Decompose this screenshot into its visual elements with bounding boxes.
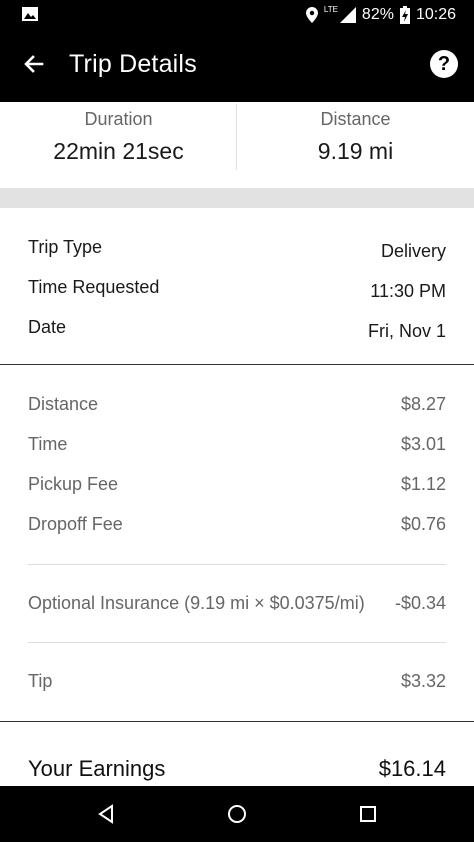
back-arrow-icon[interactable]: [18, 50, 48, 80]
time-requested-label: Time Requested: [28, 277, 160, 297]
fare-separator: [28, 642, 446, 643]
battery-level: 82%: [361, 6, 394, 23]
distance-value: 9.19 mi: [317, 138, 394, 164]
earnings-value: $16.14: [378, 756, 446, 781]
tip-label: Tip: [28, 671, 53, 691]
fare-distance-value: $8.27: [400, 394, 446, 414]
pickup-fee-row: Pickup Fee $1.12: [28, 474, 446, 498]
time-requested-row: Time Requested 11:30 PM: [28, 277, 446, 301]
distance-summary: Distance 9.19 mi: [237, 102, 474, 165]
earnings-row: Your Earnings $16.14: [28, 756, 446, 786]
battery-charging-icon: [399, 6, 410, 24]
date-label: Date: [28, 317, 67, 337]
insurance-value: -$0.34: [394, 593, 446, 613]
time-requested-value: 11:30 PM: [370, 281, 446, 301]
section-divider: [0, 188, 474, 208]
duration-label: Duration: [84, 109, 153, 129]
date-row: Date Fri, Nov 1: [28, 317, 446, 341]
fare-separator: [28, 564, 446, 565]
trip-type-value: Delivery: [380, 241, 446, 261]
duration-summary: Duration 22min 21sec: [0, 102, 237, 165]
fare-distance-label: Distance: [28, 394, 99, 414]
tip-value: $3.32: [400, 671, 446, 691]
insurance-row: Optional Insurance (9.19 mi × $0.0375/mi…: [28, 593, 446, 617]
fare-time-label: Time: [28, 434, 68, 454]
help-icon[interactable]: ?: [430, 50, 458, 78]
clock: 10:26: [415, 6, 456, 23]
dropoff-fee-label: Dropoff Fee: [28, 514, 123, 534]
location-pin-icon: [305, 7, 318, 23]
system-nav-bar: [0, 786, 474, 842]
trip-type-label: Trip Type: [28, 237, 103, 257]
trip-info-section: Trip Type Delivery Time Requested 11:30 …: [0, 208, 474, 365]
dropoff-fee-value: $0.76: [400, 514, 446, 534]
signal-icon: [339, 7, 356, 23]
fare-distance-row: Distance $8.27: [28, 394, 446, 418]
pickup-fee-value: $1.12: [400, 474, 446, 494]
nav-back-icon[interactable]: [94, 802, 118, 826]
fare-time-value: $3.01: [400, 434, 446, 454]
status-bar: LTE 82% 10:26: [0, 0, 474, 30]
earnings-label: Your Earnings: [28, 756, 166, 781]
page-title: Trip Details: [69, 50, 197, 78]
nav-recents-icon[interactable]: [356, 802, 380, 826]
trip-type-row: Trip Type Delivery: [28, 237, 446, 261]
insurance-label: Optional Insurance (9.19 mi × $0.0375/mi…: [28, 593, 365, 613]
fare-time-row: Time $3.01: [28, 434, 446, 458]
pickup-fee-label: Pickup Fee: [28, 474, 119, 494]
image-icon: [22, 7, 38, 21]
distance-label: Distance: [320, 109, 391, 129]
dropoff-fee-row: Dropoff Fee $0.76: [28, 514, 446, 538]
app-bar: Trip Details ?: [0, 30, 474, 102]
tip-row: Tip $3.32: [28, 671, 446, 695]
nav-home-icon[interactable]: [225, 802, 249, 826]
status-right: LTE 82% 10:26: [305, 0, 456, 30]
date-value: Fri, Nov 1: [367, 321, 446, 341]
trip-summary: Duration 22min 21sec Distance 9.19 mi: [0, 102, 474, 188]
fare-breakdown: Distance $8.27 Time $3.01 Pickup Fee $1.…: [0, 366, 474, 722]
duration-value: 22min 21sec: [53, 138, 184, 164]
network-type: LTE: [323, 4, 338, 14]
